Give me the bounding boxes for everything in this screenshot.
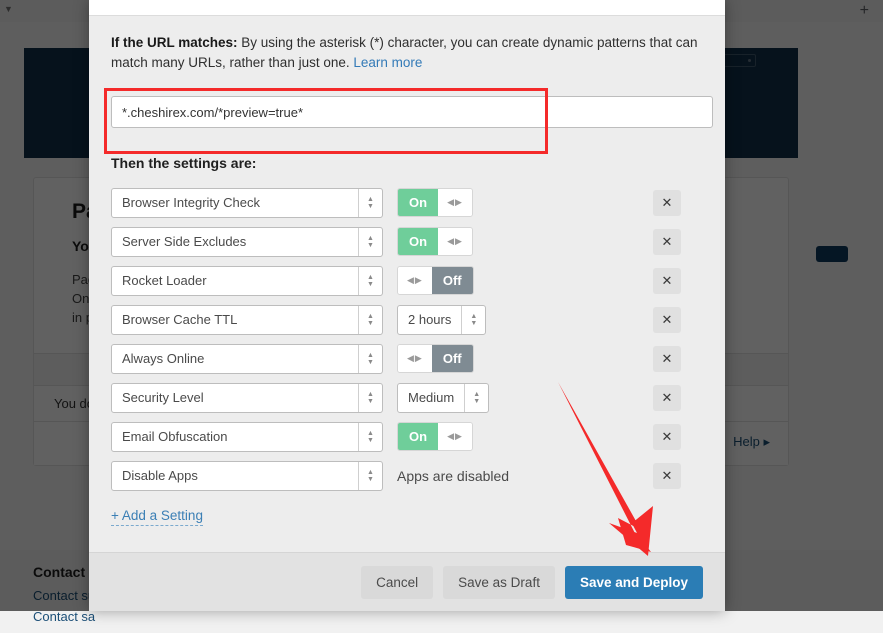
- toggle-label: Off: [432, 345, 473, 372]
- setting-name-label: Rocket Loader: [112, 267, 358, 295]
- toggle-label: Off: [432, 267, 473, 294]
- setting-status-text: Apps are disabled: [397, 468, 509, 484]
- toggle-handle-icon[interactable]: ◀▶: [438, 228, 472, 255]
- setting-name-label: Browser Integrity Check: [112, 189, 358, 217]
- toggle-handle-icon[interactable]: ◀▶: [438, 423, 472, 450]
- setting-control: Medium▲▼: [397, 383, 489, 413]
- toggle-handle-icon[interactable]: ◀▶: [398, 345, 432, 372]
- url-pattern-input[interactable]: [111, 96, 713, 128]
- updown-arrows-icon[interactable]: ▲▼: [358, 306, 382, 334]
- setting-row: Browser Cache TTL▲▼2 hours▲▼✕: [111, 300, 703, 339]
- setting-toggle[interactable]: On◀▶: [397, 227, 473, 256]
- setting-name-select[interactable]: Browser Cache TTL▲▼: [111, 305, 383, 335]
- setting-control: 2 hours▲▼: [397, 305, 486, 335]
- setting-control: On◀▶: [397, 188, 473, 217]
- setting-row: Security Level▲▼Medium▲▼✕: [111, 378, 703, 417]
- toggle-label: On: [398, 189, 438, 216]
- setting-name-label: Browser Cache TTL: [112, 306, 358, 334]
- setting-row: Always Online▲▼ ◀▶Off ✕: [111, 339, 703, 378]
- setting-name-select[interactable]: Email Obfuscation▲▼: [111, 422, 383, 452]
- setting-value-label: Medium: [398, 384, 464, 412]
- setting-control: On◀▶: [397, 422, 473, 451]
- setting-toggle[interactable]: ◀▶Off: [397, 344, 474, 373]
- setting-row: Server Side Excludes▲▼ On◀▶ ✕: [111, 222, 703, 261]
- url-pattern-row: [111, 89, 703, 137]
- modal-footer: Cancel Save as Draft Save and Deploy: [89, 552, 725, 611]
- setting-control: On◀▶: [397, 227, 473, 256]
- setting-name-label: Server Side Excludes: [112, 228, 358, 256]
- setting-name-select[interactable]: Rocket Loader▲▼: [111, 266, 383, 296]
- remove-setting-button[interactable]: ✕: [653, 268, 681, 294]
- toggle-handle-icon[interactable]: ◀▶: [438, 189, 472, 216]
- setting-name-select[interactable]: Disable Apps▲▼: [111, 461, 383, 491]
- updown-arrows-icon[interactable]: ▲▼: [461, 306, 485, 334]
- setting-name-select[interactable]: Always Online▲▼: [111, 344, 383, 374]
- setting-value-select[interactable]: 2 hours▲▼: [397, 305, 486, 335]
- updown-arrows-icon[interactable]: ▲▼: [358, 384, 382, 412]
- setting-control: ◀▶Off: [397, 344, 474, 373]
- toggle-label: On: [398, 228, 438, 255]
- setting-row: Browser Integrity Check▲▼ On◀▶ ✕: [111, 183, 703, 222]
- updown-arrows-icon[interactable]: ▲▼: [464, 384, 488, 412]
- setting-name-label: Security Level: [112, 384, 358, 412]
- setting-control: Apps are disabled: [397, 468, 509, 484]
- setting-row: Rocket Loader▲▼ ◀▶Off ✕: [111, 261, 703, 300]
- updown-arrows-icon[interactable]: ▲▼: [358, 345, 382, 373]
- setting-name-select[interactable]: Security Level▲▼: [111, 383, 383, 413]
- remove-setting-button[interactable]: ✕: [653, 385, 681, 411]
- learn-more-link[interactable]: Learn more: [353, 55, 422, 70]
- setting-toggle[interactable]: ◀▶Off: [397, 266, 474, 295]
- updown-arrows-icon[interactable]: ▲▼: [358, 462, 382, 490]
- updown-arrows-icon[interactable]: ▲▼: [358, 267, 382, 295]
- add-setting-link[interactable]: + Add a Setting: [111, 508, 203, 526]
- setting-row: Email Obfuscation▲▼ On◀▶ ✕: [111, 417, 703, 456]
- remove-setting-button[interactable]: ✕: [653, 424, 681, 450]
- setting-row: Disable Apps▲▼ Apps are disabled ✕: [111, 456, 703, 495]
- setting-name-select[interactable]: Server Side Excludes▲▼: [111, 227, 383, 257]
- cancel-button[interactable]: Cancel: [361, 566, 433, 599]
- save-and-deploy-button[interactable]: Save and Deploy: [565, 566, 703, 599]
- modal-top-bar: [89, 0, 725, 16]
- setting-control: ◀▶Off: [397, 266, 474, 295]
- setting-toggle[interactable]: On◀▶: [397, 188, 473, 217]
- setting-name-label: Always Online: [112, 345, 358, 373]
- footer-link[interactable]: Contact sa: [33, 609, 850, 624]
- toggle-label: On: [398, 423, 438, 450]
- updown-arrows-icon[interactable]: ▲▼: [358, 228, 382, 256]
- url-match-description: If the URL matches: By using the asteris…: [111, 33, 703, 73]
- setting-value-label: 2 hours: [398, 306, 461, 334]
- modal-body: If the URL matches: By using the asteris…: [89, 17, 725, 551]
- save-as-draft-button[interactable]: Save as Draft: [443, 566, 555, 599]
- updown-arrows-icon[interactable]: ▲▼: [358, 189, 382, 217]
- url-match-label: If the URL matches:: [111, 35, 238, 50]
- remove-setting-button[interactable]: ✕: [653, 190, 681, 216]
- setting-value-select[interactable]: Medium▲▼: [397, 383, 489, 413]
- setting-name-select[interactable]: Browser Integrity Check▲▼: [111, 188, 383, 218]
- remove-setting-button[interactable]: ✕: [653, 307, 681, 333]
- settings-list: Browser Integrity Check▲▼On◀▶✕Server Sid…: [111, 183, 703, 495]
- page-rule-modal: If the URL matches: By using the asteris…: [89, 0, 725, 611]
- toggle-handle-icon[interactable]: ◀▶: [398, 267, 432, 294]
- settings-section-label: Then the settings are:: [111, 155, 703, 171]
- setting-name-label: Disable Apps: [112, 462, 358, 490]
- updown-arrows-icon[interactable]: ▲▼: [358, 423, 382, 451]
- remove-setting-button[interactable]: ✕: [653, 346, 681, 372]
- setting-name-label: Email Obfuscation: [112, 423, 358, 451]
- setting-toggle[interactable]: On◀▶: [397, 422, 473, 451]
- remove-setting-button[interactable]: ✕: [653, 463, 681, 489]
- remove-setting-button[interactable]: ✕: [653, 229, 681, 255]
